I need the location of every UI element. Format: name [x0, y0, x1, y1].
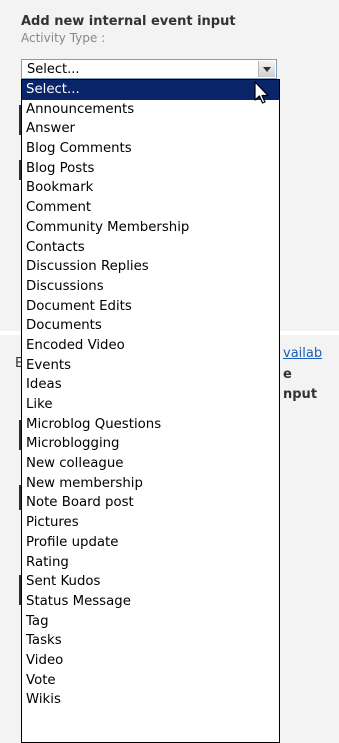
option-video[interactable]: Video	[22, 651, 279, 671]
option-tag[interactable]: Tag	[22, 612, 279, 632]
background-link-fragment[interactable]: vailab	[283, 346, 322, 361]
option-rating[interactable]: Rating	[22, 553, 279, 573]
activity-type-label: Activity Type :	[21, 31, 106, 45]
option-events[interactable]: Events	[22, 356, 279, 376]
option-like[interactable]: Like	[22, 395, 279, 415]
option-select[interactable]: Select...	[22, 80, 279, 100]
option-vote[interactable]: Vote	[22, 671, 279, 691]
option-encoded-video[interactable]: Encoded Video	[22, 336, 279, 356]
mouse-pointer-icon	[254, 81, 269, 104]
activity-type-select[interactable]: Select...	[21, 59, 277, 79]
background-text-fragment: nput	[283, 387, 318, 402]
option-documents[interactable]: Documents	[22, 316, 279, 336]
chevron-down-icon[interactable]	[258, 61, 275, 77]
option-comment[interactable]: Comment	[22, 198, 279, 218]
option-document-edits[interactable]: Document Edits	[22, 297, 279, 317]
option-discussion-replies[interactable]: Discussion Replies	[22, 257, 279, 277]
option-profile-update[interactable]: Profile update	[22, 533, 279, 553]
option-microblog-questions[interactable]: Microblog Questions	[22, 415, 279, 435]
option-discussions[interactable]: Discussions	[22, 277, 279, 297]
option-status-message[interactable]: Status Message	[22, 592, 279, 612]
option-announcements[interactable]: Announcements	[22, 100, 279, 120]
option-sent-kudos[interactable]: Sent Kudos	[22, 572, 279, 592]
option-new-colleague[interactable]: New colleague	[22, 454, 279, 474]
activity-type-options[interactable]: Select... Announcements Answer Blog Comm…	[21, 79, 280, 743]
option-wikis[interactable]: Wikis	[22, 690, 279, 710]
option-answer[interactable]: Answer	[22, 119, 279, 139]
option-bookmark[interactable]: Bookmark	[22, 178, 279, 198]
option-microblogging[interactable]: Microblogging	[22, 434, 279, 454]
select-current-value: Select...	[27, 62, 80, 77]
background-text-fragment: e	[283, 367, 292, 382]
option-contacts[interactable]: Contacts	[22, 238, 279, 258]
option-new-membership[interactable]: New membership	[22, 474, 279, 494]
option-blog-posts[interactable]: Blog Posts	[22, 159, 279, 179]
option-ideas[interactable]: Ideas	[22, 375, 279, 395]
option-community-membership[interactable]: Community Membership	[22, 218, 279, 238]
option-pictures[interactable]: Pictures	[22, 513, 279, 533]
option-note-board-post[interactable]: Note Board post	[22, 493, 279, 513]
section-heading: Add new internal event input	[21, 14, 236, 29]
option-blog-comments[interactable]: Blog Comments	[22, 139, 279, 159]
option-tasks[interactable]: Tasks	[22, 631, 279, 651]
